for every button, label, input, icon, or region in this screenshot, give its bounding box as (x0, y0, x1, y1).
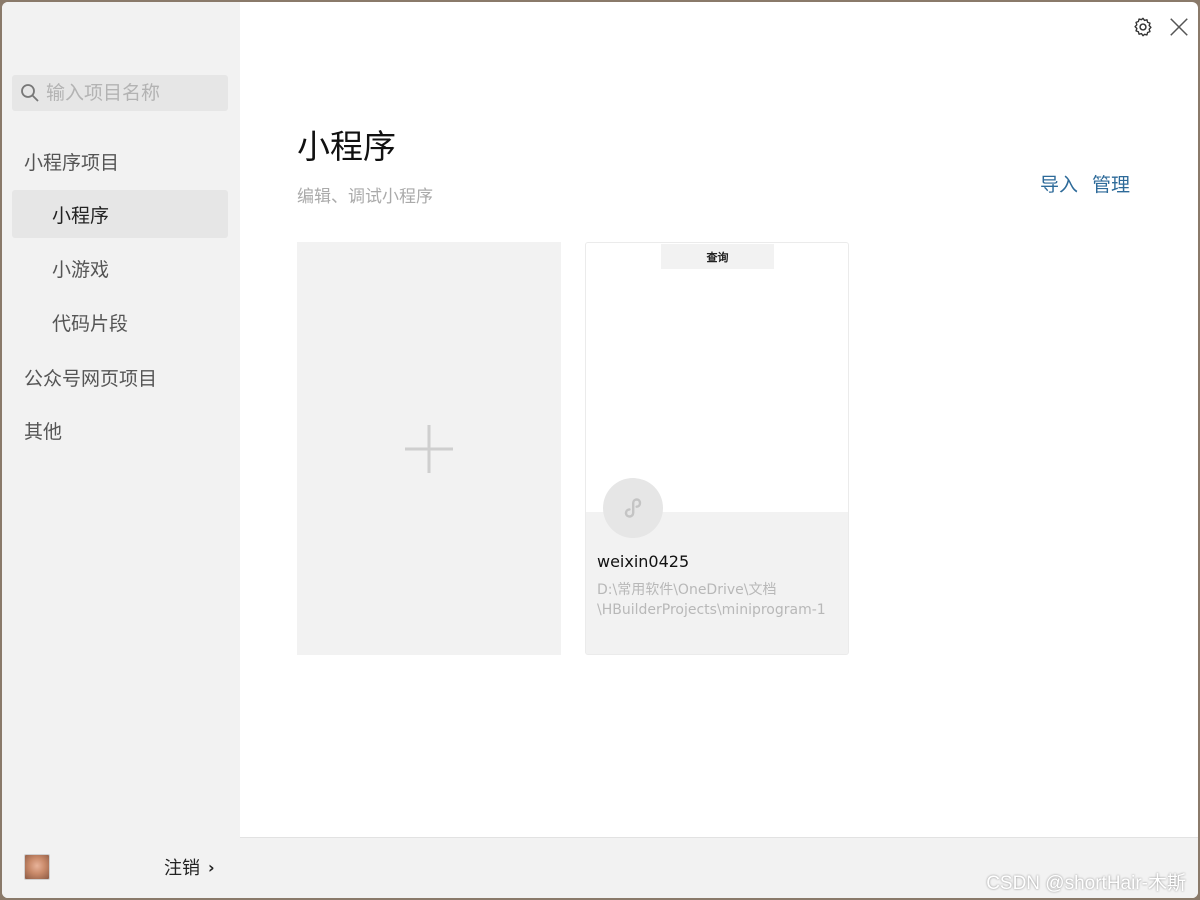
watermark: CSDN @shortHair-木斯 (986, 873, 1186, 894)
user-avatar[interactable] (24, 854, 50, 880)
project-path: D:\常用软件\OneDrive\文档\HBuilderProjects\min… (597, 582, 826, 618)
nav-group-miniprogram-projects[interactable]: 小程序项目 (24, 148, 119, 175)
close-icon[interactable] (1168, 16, 1190, 38)
main-panel: 小程序 编辑、调试小程序 导入 管理 查询 weixin0425 D:\常用软件… (240, 2, 1198, 898)
sidebar-item-code-snippets[interactable]: 代码片段 (12, 298, 228, 346)
window-controls (1132, 16, 1190, 38)
action-links: 导入 管理 (1040, 170, 1130, 197)
new-project-card[interactable] (297, 242, 561, 655)
app-window: 小程序项目 小程序 小游戏 代码片段 公众号网页项目 其他 注销 › 小程序 编… (2, 2, 1198, 898)
logout-label: 注销 (164, 858, 200, 879)
import-button[interactable]: 导入 (1040, 170, 1078, 197)
search-input[interactable] (46, 82, 216, 104)
gear-icon[interactable] (1132, 16, 1154, 38)
search-icon (21, 84, 39, 102)
sidebar-item-minigame[interactable]: 小游戏 (12, 244, 228, 292)
miniprogram-logo-icon (603, 478, 663, 538)
page-title: 小程序 (297, 127, 396, 166)
project-name: weixin0425 (597, 552, 690, 571)
nav-group-official-account-web[interactable]: 公众号网页项目 (24, 364, 157, 391)
search-box[interactable] (12, 75, 228, 111)
logout-button[interactable]: 注销 › (164, 854, 215, 880)
preview-tab: 查询 (661, 244, 774, 269)
page-subtitle: 编辑、调试小程序 (297, 187, 433, 207)
sidebar-item-miniprogram[interactable]: 小程序 (12, 190, 228, 238)
project-preview: 查询 (586, 243, 848, 512)
plus-icon (405, 424, 453, 473)
sidebar: 小程序项目 小程序 小游戏 代码片段 公众号网页项目 其他 注销 › (2, 2, 240, 898)
manage-button[interactable]: 管理 (1092, 170, 1130, 197)
project-card[interactable]: 查询 weixin0425 D:\常用软件\OneDrive\文档\HBuild… (585, 242, 849, 655)
nav-group-other[interactable]: 其他 (24, 417, 62, 444)
chevron-right-icon: › (208, 857, 215, 877)
